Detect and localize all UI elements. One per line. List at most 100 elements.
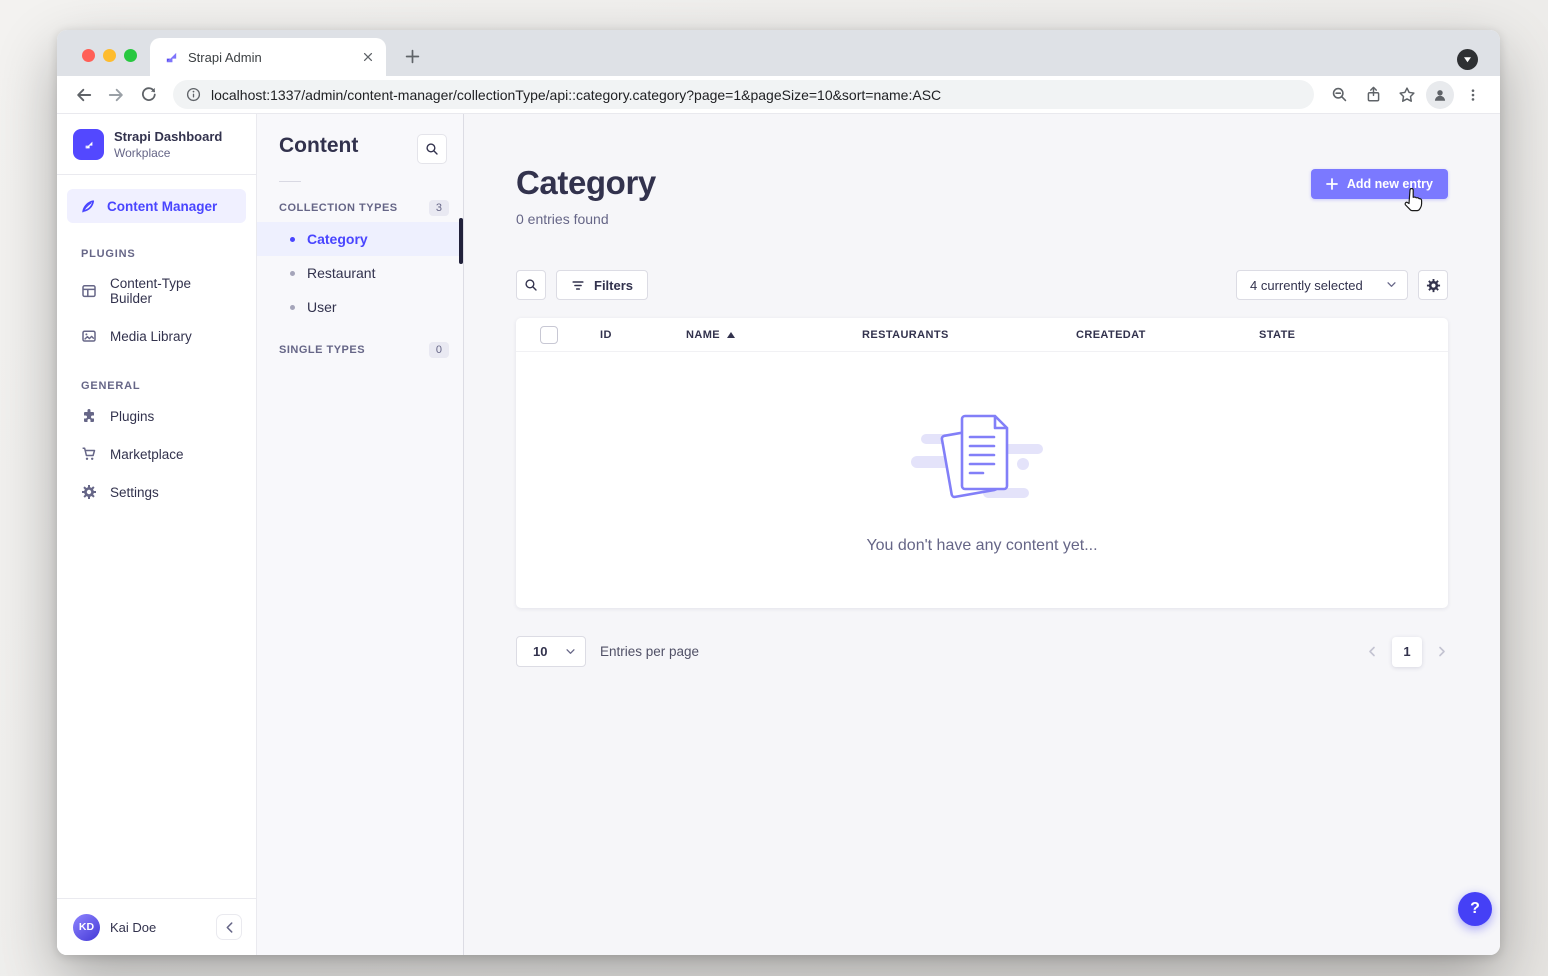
reload-icon[interactable] [133,80,163,110]
bullet-icon [290,237,295,242]
browser-menu-icon[interactable] [1458,80,1488,110]
previous-page-icon[interactable] [1368,646,1376,657]
entries-count: 0 entries found [516,211,656,227]
browser-profile-avatar[interactable] [1426,81,1454,109]
page-number-button[interactable]: 1 [1392,637,1422,667]
sidebar-item-label: Settings [110,485,159,500]
toolbar-actions [1324,80,1488,110]
browser-tab[interactable]: Strapi Admin [150,38,386,76]
empty-content-illustration [907,406,1057,511]
subnav-item-restaurant[interactable]: Restaurant [257,256,463,290]
subnav-item-label: Restaurant [307,265,375,281]
section-header: PLUGINS [57,248,256,260]
sidebar-item-label: Plugins [110,409,154,424]
table-empty-state: You don't have any content yet... [516,352,1448,608]
entries-per-page-label: Entries per page [600,644,699,659]
subnav-item-label: Category [307,231,368,247]
count-badge: 0 [429,342,449,358]
site-info-icon[interactable] [186,87,201,102]
user-name: Kai Doe [110,920,206,935]
gear-icon [81,484,97,500]
filters-label: Filters [594,278,633,293]
sidebar-item-plugins[interactable]: Plugins [57,397,256,435]
sidebar-item-label: Media Library [110,329,192,344]
collapse-sidebar-button[interactable] [216,914,242,940]
sidebar-item-label: Marketplace [110,447,184,462]
page-title: Category [516,164,656,202]
subnav-scrollbar[interactable] [459,218,463,264]
main-sidebar: Strapi Dashboard Workplace Content Manag… [57,114,257,955]
group-label: COLLECTION TYPES [279,202,398,214]
pagination: 10 Entries per page 1 [516,636,1448,667]
sidebar-item-media-library[interactable]: Media Library [57,317,256,355]
new-tab-button[interactable] [397,41,427,71]
sidebar-item-label: Content Manager [107,199,217,214]
divider [279,181,301,182]
page-size-select[interactable]: 10 [516,636,586,667]
downloads-indicator-icon[interactable] [1457,49,1478,70]
page-size-value: 10 [533,644,566,659]
subnav-search-button[interactable] [417,134,447,164]
column-header-label: NAME [686,329,720,341]
fields-select-value: 4 currently selected [1250,278,1363,293]
column-header-state[interactable]: STATE [1259,329,1448,341]
section-header: GENERAL [57,380,256,392]
zoom-out-icon[interactable] [1324,80,1354,110]
user-avatar[interactable]: KD [73,914,100,941]
sidebar-item-content-manager[interactable]: Content Manager [67,189,246,223]
fields-select[interactable]: 4 currently selected [1236,270,1408,300]
sidebar-item-content-type-builder[interactable]: Content-Type Builder [57,265,256,317]
filter-icon [571,279,585,292]
share-icon[interactable] [1358,80,1388,110]
layout-icon [81,283,97,299]
column-header-name[interactable]: NAME [686,329,862,341]
chevron-down-icon [566,649,575,655]
brand-title: Strapi Dashboard [114,129,222,146]
minimize-window-button[interactable] [103,49,116,62]
sidebar-item-marketplace[interactable]: Marketplace [57,435,256,473]
select-all-checkbox[interactable] [540,326,558,344]
column-header-createdat[interactable]: CREATEDAT [1076,329,1259,341]
add-new-entry-label: Add new entry [1347,177,1433,191]
column-header-restaurants[interactable]: RESTAURANTS [862,329,1076,341]
filters-button[interactable]: Filters [556,270,648,300]
next-page-icon[interactable] [1438,646,1446,657]
gear-icon [1426,278,1441,293]
single-types-header: SINGLE TYPES 0 [257,336,463,364]
browser-tabstrip: Strapi Admin [57,30,1500,76]
subnav-item-user[interactable]: User [257,290,463,324]
close-window-button[interactable] [82,49,95,62]
subnav-item-category[interactable]: Category [257,222,463,256]
general-section: GENERAL Plugins Marketplace [57,380,256,511]
chevron-down-icon [1387,282,1396,288]
tab-title: Strapi Admin [188,50,349,65]
table-header-row: ID NAME RESTAURANTS CREATEDAT STATE [516,318,1448,352]
empty-state-message: You don't have any content yet... [866,537,1097,555]
forward-icon[interactable] [101,80,131,110]
sidebar-item-label: Content-Type Builder [110,276,232,306]
cart-icon [81,446,97,462]
bullet-icon [290,271,295,276]
search-icon [524,278,538,292]
maximize-window-button[interactable] [124,49,137,62]
strapi-app: Strapi Dashboard Workplace Content Manag… [57,114,1500,955]
plugins-section: PLUGINS Content-Type Builder Media Libra… [57,248,256,355]
back-icon[interactable] [69,80,99,110]
edit-feather-icon [80,198,96,214]
help-button[interactable]: ? [1458,892,1492,926]
url-bar[interactable]: localhost:1337/admin/content-manager/col… [173,80,1314,109]
column-header-id[interactable]: ID [600,329,686,341]
add-new-entry-button[interactable]: Add new entry [1311,169,1448,199]
table-search-button[interactable] [516,270,546,300]
collection-types-header: COLLECTION TYPES 3 [257,194,463,222]
group-label: SINGLE TYPES [279,344,365,356]
sidebar-item-settings[interactable]: Settings [57,473,256,511]
bookmark-star-icon[interactable] [1392,80,1422,110]
strapi-logo-icon [73,129,104,160]
table-settings-button[interactable] [1418,270,1448,300]
window-controls [82,49,137,62]
plus-icon [1326,178,1338,190]
image-icon [81,328,97,344]
brand-block[interactable]: Strapi Dashboard Workplace [57,114,256,175]
tab-close-icon[interactable] [358,47,378,67]
